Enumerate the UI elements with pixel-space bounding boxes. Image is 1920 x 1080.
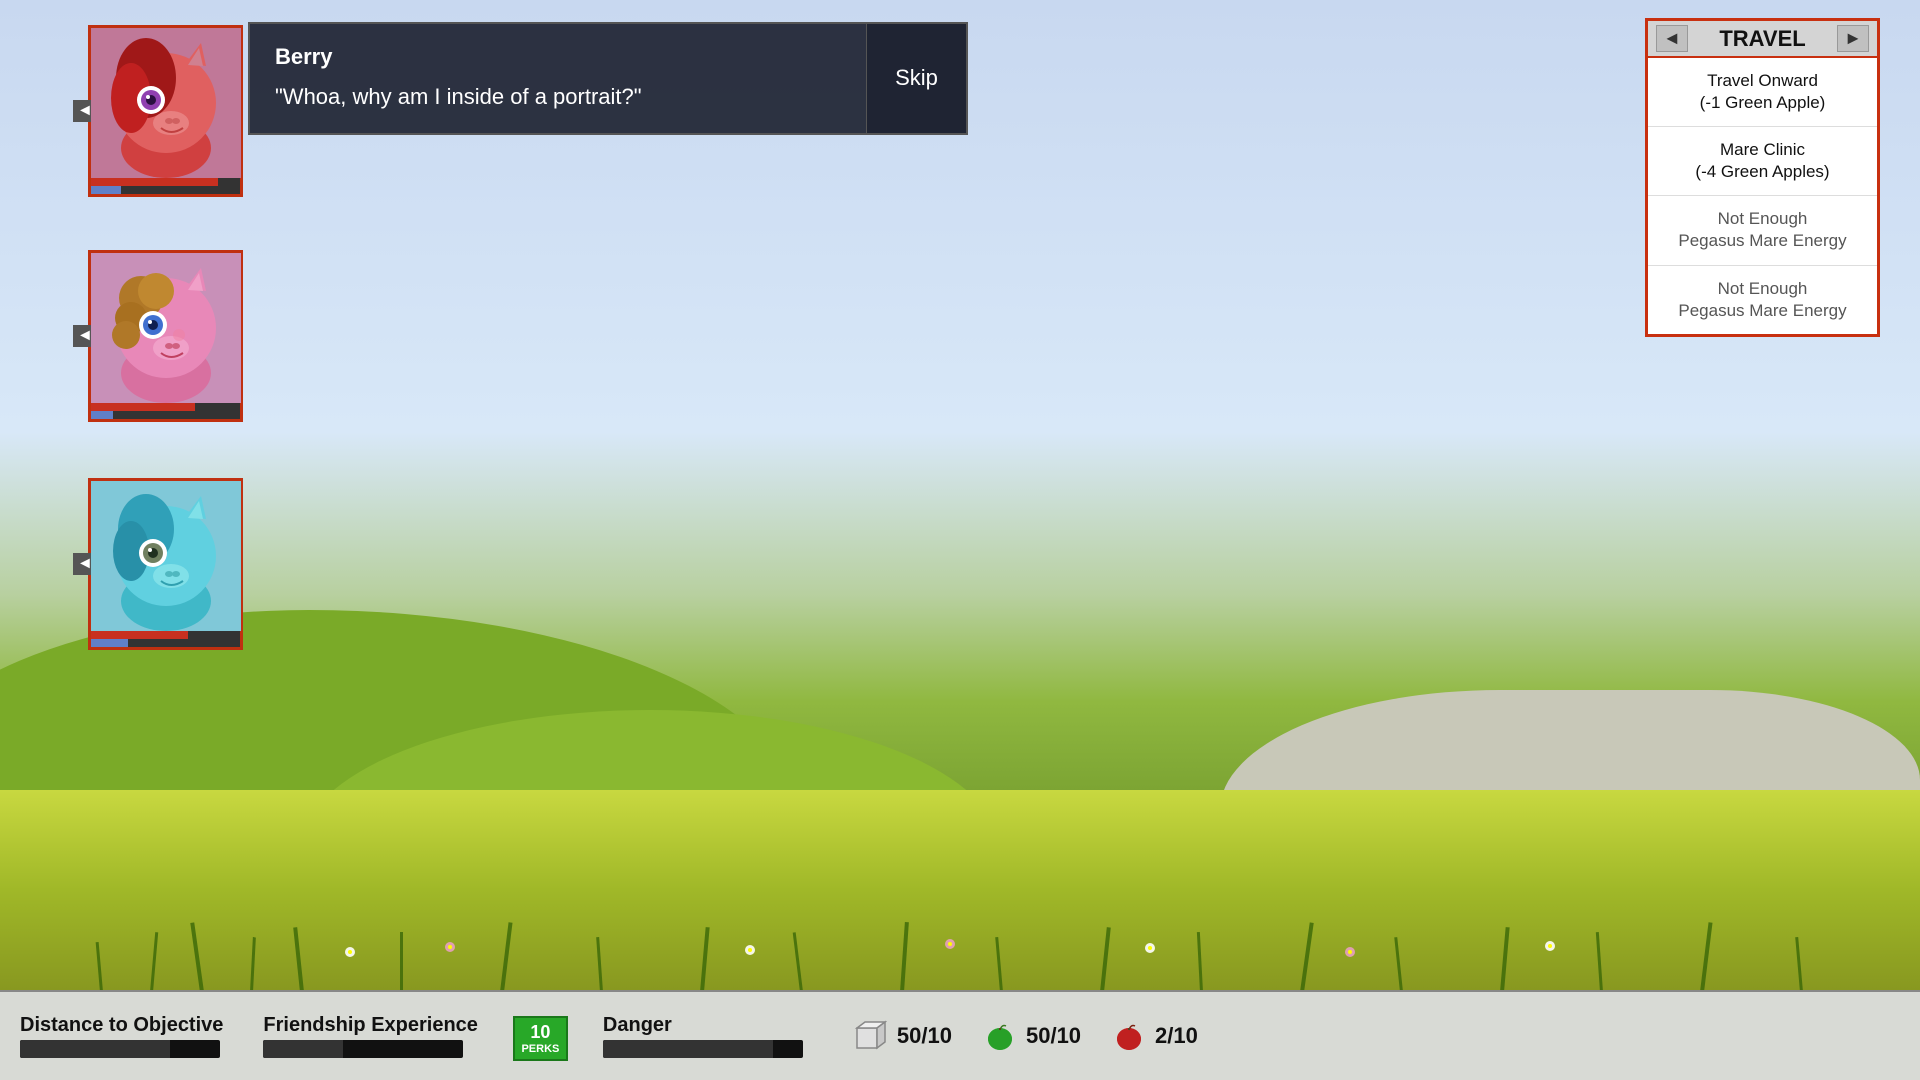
hud-danger-bar: [603, 1040, 803, 1058]
pink-mp-bar: [91, 411, 240, 419]
character-card-cyan: U ◄: [88, 478, 243, 650]
hud-green-apple-resource: 50/10: [982, 1018, 1081, 1054]
dialog-text: "Whoa, why am I inside of a portrait?": [275, 82, 841, 113]
berry-svg: [91, 28, 241, 178]
hud-friendship-label: Friendship Experience: [263, 1014, 478, 1037]
travel-option-clinic[interactable]: Mare Clinic(-4 Green Apples): [1648, 127, 1877, 196]
travel-option-onward[interactable]: Travel Onward(-1 Green Apple): [1648, 58, 1877, 127]
pink-hp-bar: [91, 403, 240, 411]
pink-portrait: [91, 253, 241, 403]
hud-friendship-fill: [263, 1040, 343, 1058]
cyan-mp-fill: [91, 639, 128, 647]
travel-panel-header: ◄ TRAVEL ►: [1648, 21, 1877, 58]
perks-label: PERKS: [521, 1043, 560, 1055]
hud-distance-label: Distance to Objective: [20, 1014, 223, 1037]
berry-mp-bar: [91, 186, 240, 194]
grass-decoration: [0, 862, 1920, 992]
hud-perks-badge[interactable]: 10 PERKS: [513, 1016, 568, 1061]
hud-red-apple-resource: 2/10: [1111, 1018, 1198, 1054]
hud-danger-fill: [603, 1040, 773, 1058]
cube-value: 50/10: [897, 1023, 952, 1049]
bottom-hud: Distance to Objective Friendship Experie…: [0, 990, 1920, 1080]
red-apple-icon: [1111, 1018, 1147, 1054]
hud-distance-bar: [20, 1040, 220, 1058]
berry-hp-fill: [91, 178, 218, 186]
hud-danger-section: Danger: [603, 1014, 803, 1058]
pink-svg: [91, 253, 241, 403]
cyan-portrait: [91, 481, 241, 631]
dialog-content: Berry "Whoa, why am I inside of a portra…: [250, 24, 866, 133]
hud-danger-label: Danger: [603, 1014, 803, 1037]
travel-option-pegasus1: Not EnoughPegasus Mare Energy: [1648, 196, 1877, 265]
berry-portrait: [91, 28, 241, 178]
green-apple-value: 50/10: [1026, 1023, 1081, 1049]
perks-number: 10: [521, 1022, 560, 1043]
red-apple-value: 2/10: [1155, 1023, 1198, 1049]
hud-distance-fill: [20, 1040, 170, 1058]
hud-friendship-bar: [263, 1040, 463, 1058]
dialog-box: Berry "Whoa, why am I inside of a portra…: [248, 22, 968, 135]
travel-panel: ◄ TRAVEL ► Travel Onward(-1 Green Apple)…: [1645, 18, 1880, 337]
character-card-pink: E ◄: [88, 250, 243, 422]
travel-prev-button[interactable]: ◄: [1656, 25, 1688, 52]
green-apple-icon: [982, 1018, 1018, 1054]
dialog-skip-button[interactable]: Skip: [866, 24, 966, 133]
cyan-hp-bar: [91, 631, 240, 639]
berry-mp-fill: [91, 186, 121, 194]
hud-distance-section: Distance to Objective: [20, 1014, 223, 1058]
cyan-svg: [91, 481, 241, 631]
travel-next-button[interactable]: ►: [1837, 25, 1869, 52]
character-card-berry: P ◄: [88, 25, 243, 197]
hud-friendship-section: Friendship Experience: [263, 1014, 478, 1058]
travel-option-pegasus2: Not EnoughPegasus Mare Energy: [1648, 266, 1877, 334]
pink-hp-fill: [91, 403, 195, 411]
travel-panel-title: TRAVEL: [1688, 26, 1837, 52]
cyan-mp-bar: [91, 639, 240, 647]
hud-cube-resource: 50/10: [853, 1018, 952, 1054]
cyan-hp-fill: [91, 631, 188, 639]
pink-mp-fill: [91, 411, 113, 419]
dialog-character-name: Berry: [275, 44, 841, 70]
cube-icon: [853, 1018, 889, 1054]
berry-hp-bar: [91, 178, 240, 186]
